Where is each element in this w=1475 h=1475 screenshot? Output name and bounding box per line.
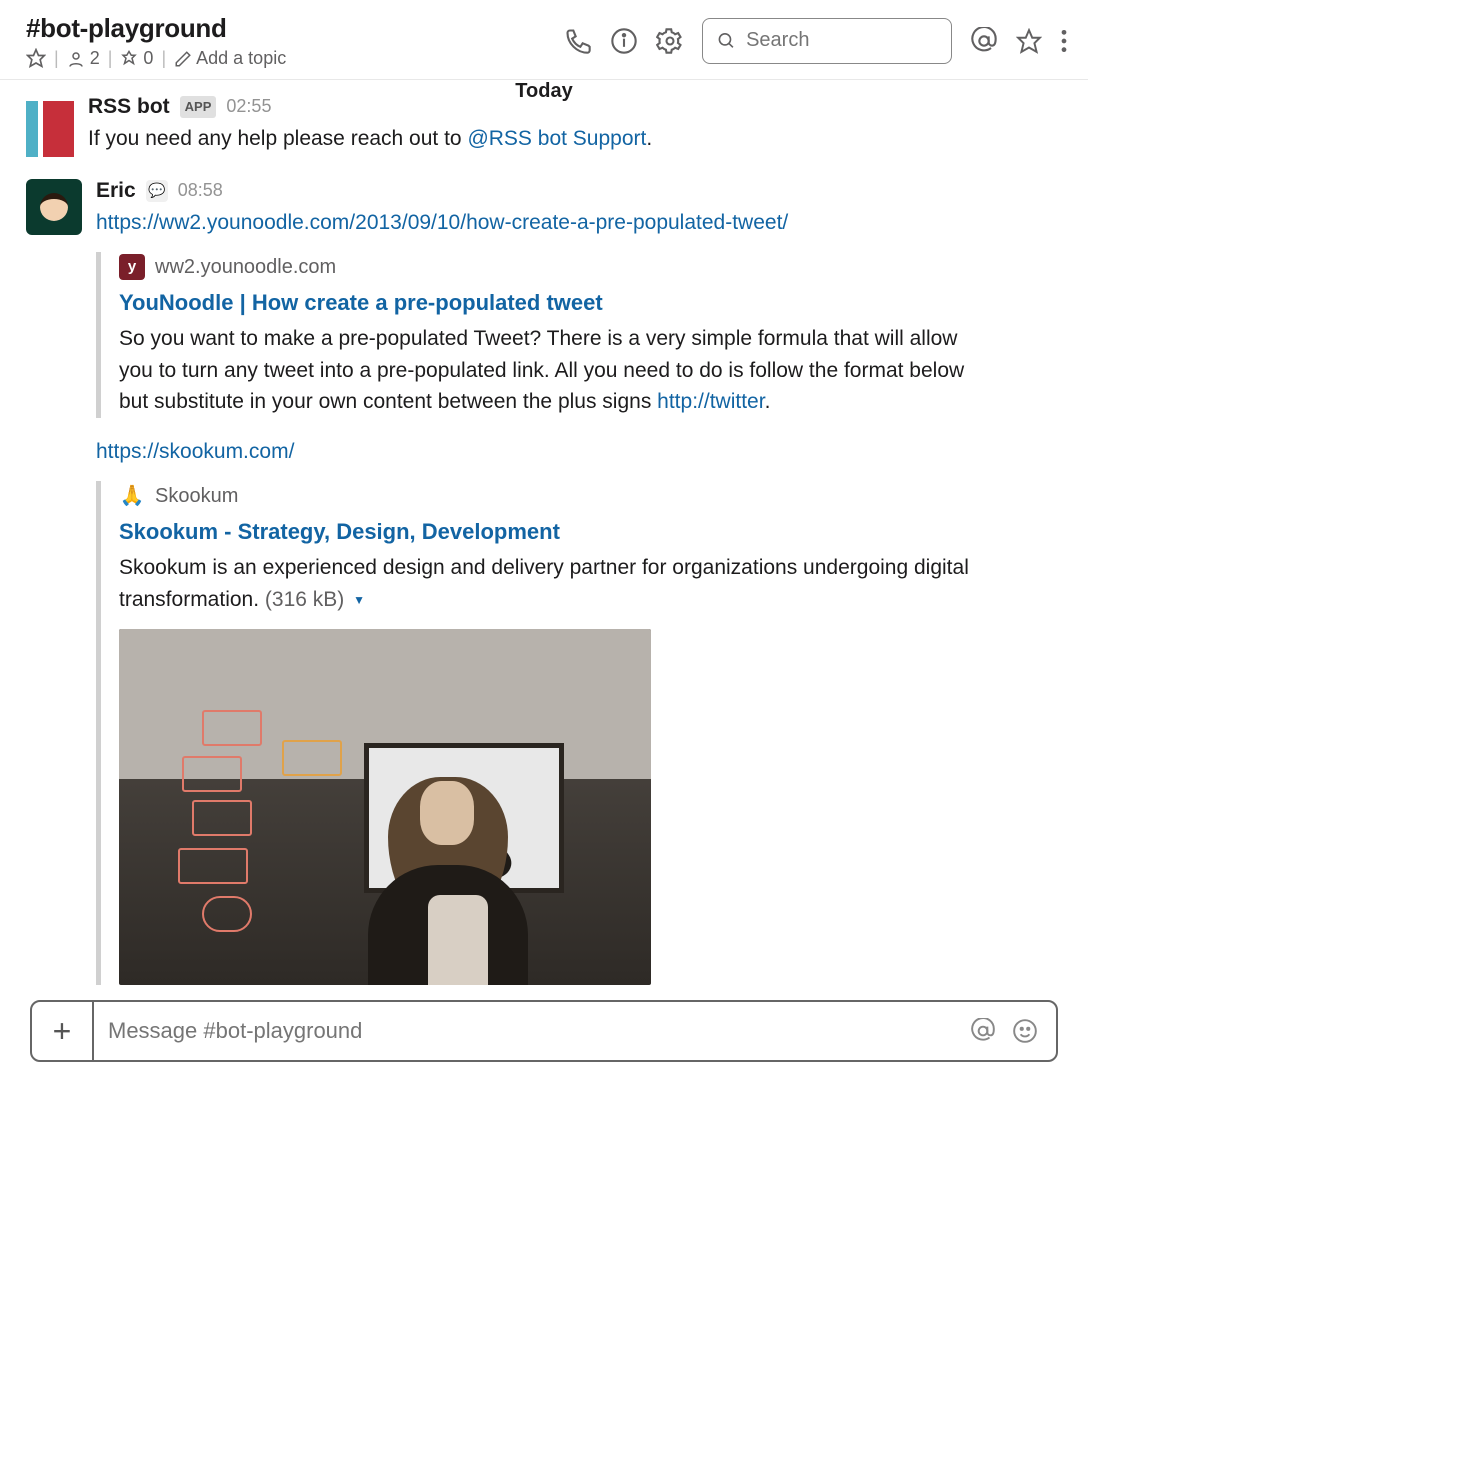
search-input[interactable] bbox=[746, 29, 937, 52]
header-right bbox=[564, 18, 1068, 64]
separator: | bbox=[54, 48, 59, 69]
shared-link[interactable]: https://ww2.younoodle.com/2013/09/10/how… bbox=[96, 211, 788, 234]
attach-button[interactable]: + bbox=[32, 1002, 94, 1060]
second-link-block: https://skookum.com/ bbox=[96, 436, 1062, 468]
message-body: RSS bot APP 02:55 If you need any help p… bbox=[88, 97, 1062, 157]
preview-site: 🙏 Skookum bbox=[119, 481, 976, 511]
compose-actions bbox=[970, 1018, 1056, 1044]
more-icon[interactable] bbox=[1060, 28, 1068, 54]
text-part: If you need any help please reach out to bbox=[88, 127, 467, 150]
text-part: . bbox=[646, 127, 652, 150]
mentions-icon[interactable] bbox=[970, 27, 998, 55]
channel-header: #bot-playground | 2 | 0 | Add a topic bbox=[0, 0, 1088, 80]
pins-number: 0 bbox=[143, 48, 153, 68]
file-size: (316 kB) bbox=[265, 588, 344, 611]
pins-count[interactable]: 0 bbox=[120, 48, 153, 69]
add-topic[interactable]: Add a topic bbox=[174, 48, 286, 69]
avatar[interactable] bbox=[26, 101, 74, 157]
members-number: 2 bbox=[90, 48, 100, 68]
avatar[interactable] bbox=[26, 179, 82, 235]
message-header: Eric 💬 08:58 bbox=[96, 175, 1062, 207]
star-outline-icon[interactable] bbox=[1016, 28, 1042, 54]
app-badge: APP bbox=[180, 96, 217, 118]
emoji-icon[interactable] bbox=[1012, 1018, 1038, 1044]
timestamp[interactable]: 02:55 bbox=[226, 93, 271, 120]
site-host: Skookum bbox=[155, 481, 238, 511]
search-icon bbox=[717, 30, 736, 52]
mention-link[interactable]: @RSS bot Support bbox=[467, 127, 646, 150]
site-host: ww2.younoodle.com bbox=[155, 252, 336, 282]
preview-description: Skookum is an experienced design and del… bbox=[119, 552, 976, 615]
link-preview: y ww2.younoodle.com YouNoodle | How crea… bbox=[96, 252, 976, 418]
preview-site: y ww2.younoodle.com bbox=[119, 252, 976, 282]
status-emoji[interactable]: 💬 bbox=[146, 180, 168, 202]
message-list: RSS bot APP 02:55 If you need any help p… bbox=[0, 97, 1088, 985]
search-box[interactable] bbox=[702, 18, 952, 64]
header-left: #bot-playground | 2 | 0 | Add a topic bbox=[26, 13, 564, 69]
members-count[interactable]: 2 bbox=[67, 48, 100, 69]
text-part: . bbox=[765, 390, 771, 413]
chevron-down-icon[interactable]: ▼ bbox=[353, 593, 365, 607]
gear-icon[interactable] bbox=[656, 27, 684, 55]
star-icon[interactable] bbox=[26, 48, 46, 68]
message-compose: + bbox=[30, 1000, 1058, 1062]
mention-icon[interactable] bbox=[970, 1018, 996, 1044]
site-favicon: 🙏 bbox=[119, 483, 145, 509]
add-topic-label: Add a topic bbox=[196, 48, 286, 68]
scrollbar[interactable] bbox=[1076, 0, 1086, 1088]
text-part: So you want to make a pre-populated Twee… bbox=[119, 327, 964, 413]
separator: | bbox=[161, 48, 166, 69]
author-name[interactable]: Eric bbox=[96, 175, 136, 207]
shared-link[interactable]: https://skookum.com/ bbox=[96, 440, 294, 463]
separator: | bbox=[108, 48, 113, 69]
channel-name[interactable]: #bot-playground bbox=[26, 13, 564, 44]
info-icon[interactable] bbox=[610, 27, 638, 55]
timestamp[interactable]: 08:58 bbox=[178, 177, 223, 204]
channel-subheader: | 2 | 0 | Add a topic bbox=[26, 48, 564, 69]
message-rss: RSS bot APP 02:55 If you need any help p… bbox=[26, 97, 1062, 157]
text-part: Skookum is an experienced design and del… bbox=[119, 556, 969, 611]
message-eric: Eric 💬 08:58 https://ww2.younoodle.com/2… bbox=[26, 175, 1062, 985]
preview-image[interactable] bbox=[119, 629, 651, 985]
preview-title[interactable]: YouNoodle | How create a pre-populated t… bbox=[119, 286, 976, 319]
message-body: Eric 💬 08:58 https://ww2.younoodle.com/2… bbox=[96, 175, 1062, 985]
author-name[interactable]: RSS bot bbox=[88, 91, 170, 123]
message-input[interactable] bbox=[94, 1018, 970, 1044]
phone-icon[interactable] bbox=[564, 27, 592, 55]
embedded-link[interactable]: http://twitter bbox=[657, 390, 764, 413]
link-preview: 🙏 Skookum Skookum - Strategy, Design, De… bbox=[96, 481, 976, 985]
preview-title[interactable]: Skookum - Strategy, Design, Development bbox=[119, 515, 976, 548]
site-favicon: y bbox=[119, 254, 145, 280]
message-header: RSS bot APP 02:55 bbox=[88, 91, 1062, 123]
preview-description: So you want to make a pre-populated Twee… bbox=[119, 323, 976, 418]
message-text: If you need any help please reach out to… bbox=[88, 123, 1062, 155]
